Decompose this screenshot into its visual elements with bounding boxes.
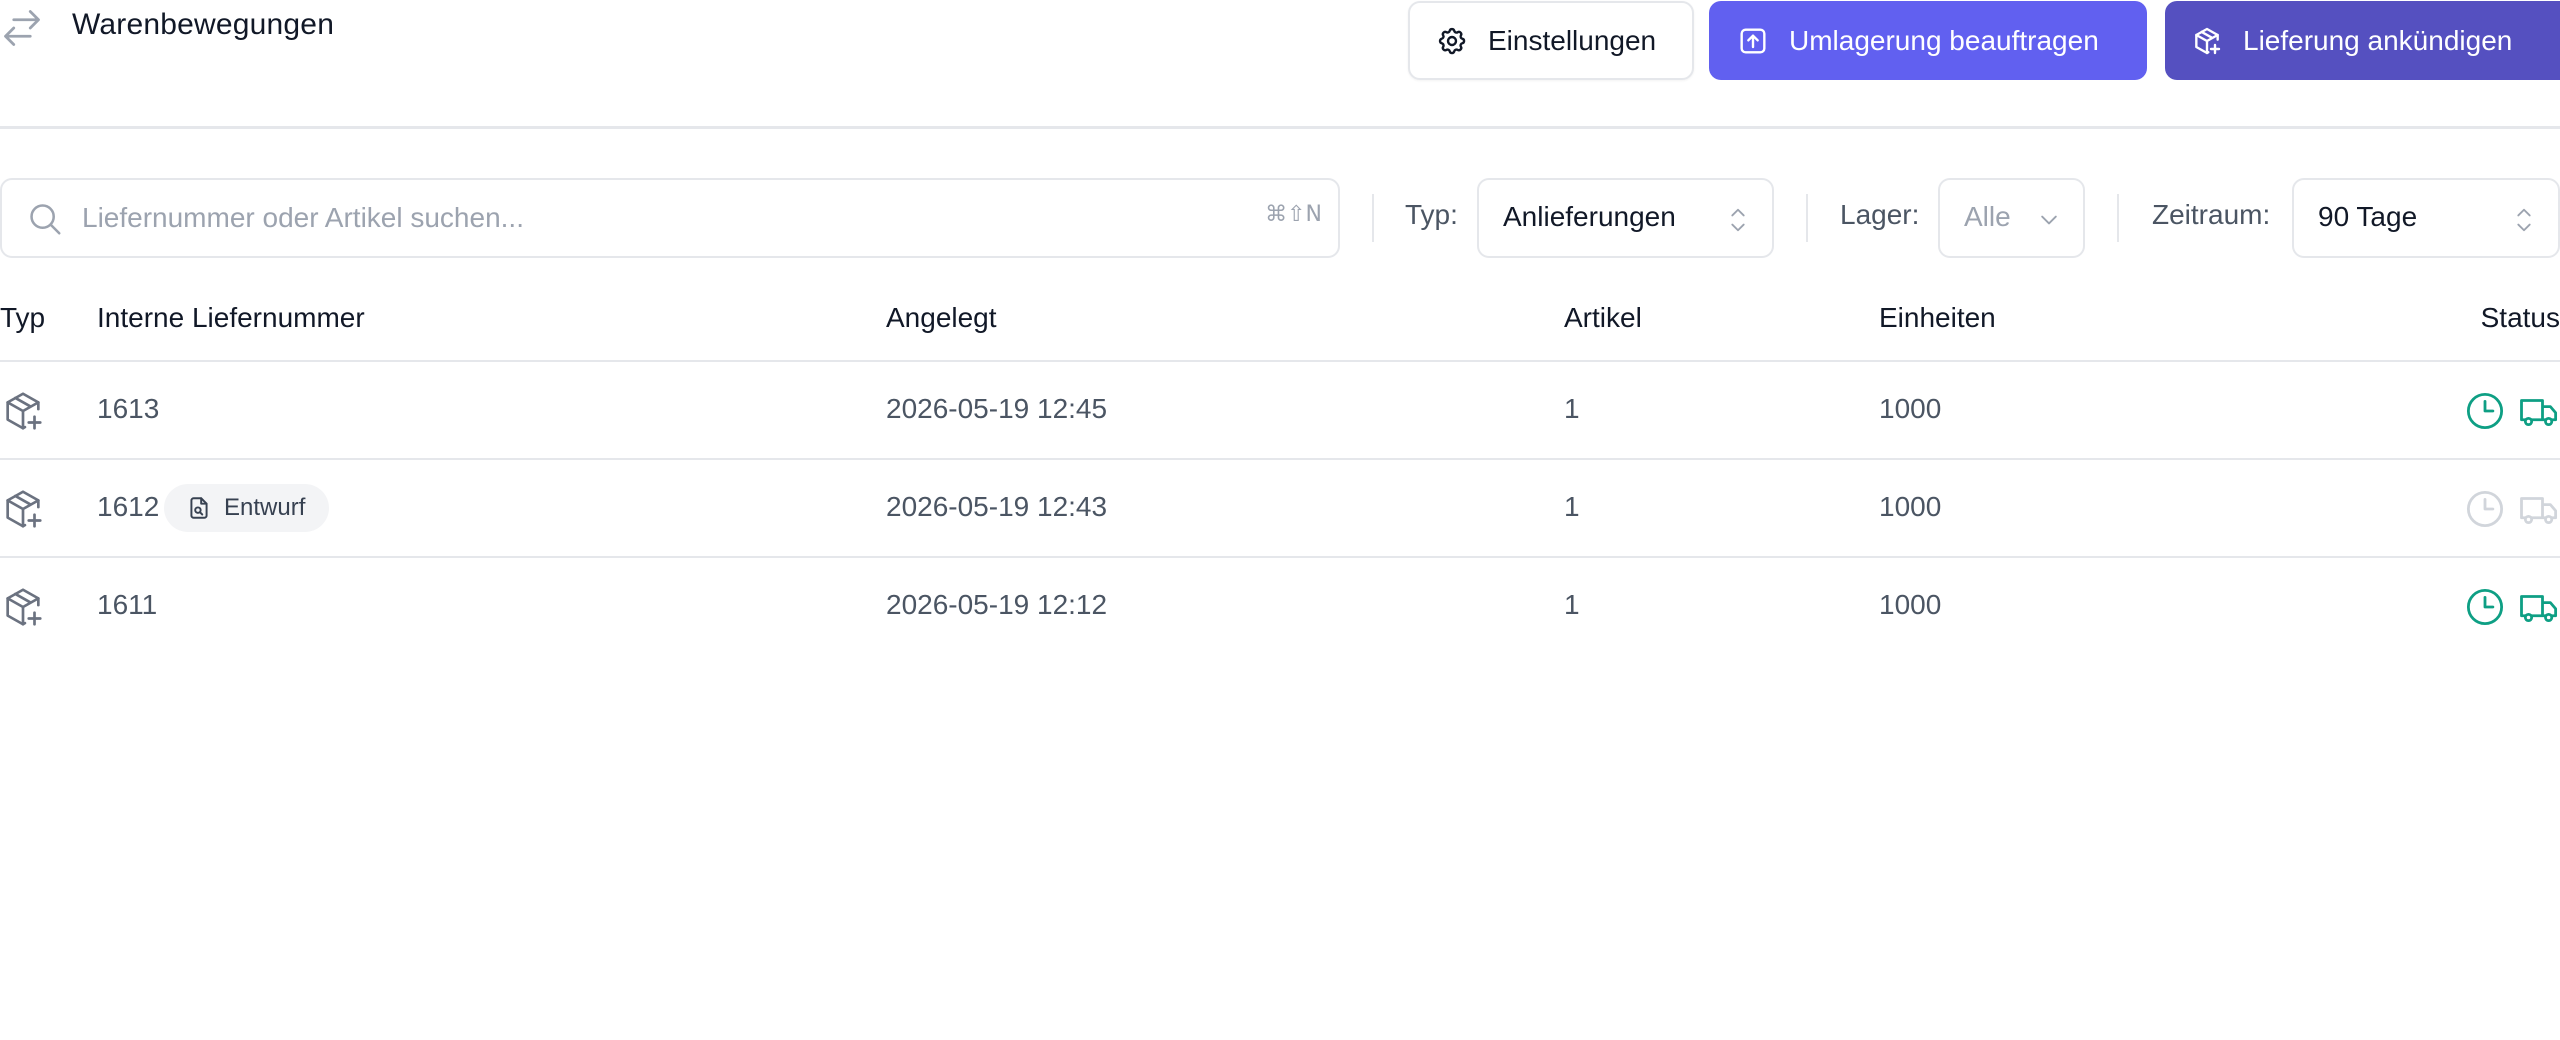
clock-icon <box>2464 488 2506 530</box>
transfer-button-label: Umlagerung beauftragen <box>1789 24 2099 56</box>
warehouse-filter-label: Lager: <box>1840 199 1920 230</box>
warehouse-select-value: Alle <box>1964 201 2011 232</box>
truck-icon <box>2518 488 2560 530</box>
chevron-up-down-icon <box>1724 204 1752 236</box>
truck-icon <box>2518 390 2560 432</box>
package-plus-icon <box>0 486 46 532</box>
status-icons <box>2464 488 2560 530</box>
arrows-right-left-icon <box>0 6 44 50</box>
search-box: ⌘⇧N <box>0 178 1340 258</box>
divider <box>1372 194 1374 242</box>
package-plus-icon <box>2191 25 2223 57</box>
delivery-number: 1611 <box>97 589 158 620</box>
type-select[interactable]: Anlieferungen <box>1477 178 1774 258</box>
package-plus-icon <box>0 584 46 630</box>
transfer-button[interactable]: Umlagerung beauftragen <box>1709 1 2147 80</box>
settings-button[interactable]: Einstellungen <box>1408 1 1694 80</box>
search-input[interactable] <box>82 180 1222 256</box>
type-filter-label: Typ: <box>1405 199 1458 230</box>
truck-icon <box>2518 586 2560 628</box>
draft-badge-label: Entwurf <box>224 494 306 521</box>
created-date: 2026-05-19 12:45 <box>886 393 1108 424</box>
created-date: 2026-05-19 12:12 <box>886 589 1108 620</box>
column-header-units[interactable]: Einheiten <box>1879 302 1996 334</box>
column-header-articles[interactable]: Artikel <box>1564 302 1642 334</box>
announce-delivery-button-label: Lieferung ankündigen <box>2243 24 2513 56</box>
clock-icon <box>2464 586 2506 628</box>
chevron-up-down-icon <box>2510 204 2538 236</box>
column-header-number[interactable]: Interne Liefernummer <box>97 302 365 334</box>
page-header: Warenbewegungen Einstellungen Umlagerung… <box>0 0 2560 129</box>
column-header-type[interactable]: Typ <box>0 302 45 334</box>
upload-box-icon <box>1737 25 1769 57</box>
article-count: 1 <box>1564 491 1580 522</box>
unit-count: 1000 <box>1879 491 1942 522</box>
divider <box>2117 194 2119 242</box>
article-count: 1 <box>1564 589 1580 620</box>
column-header-created[interactable]: Angelegt <box>886 302 997 334</box>
table-row[interactable]: 1612 Entwurf 2026-05-19 12:43 1 1000 <box>0 460 2560 558</box>
table-row[interactable]: 1613 2026-05-19 12:45 1 1000 <box>0 362 2560 460</box>
gear-icon <box>1436 25 1468 57</box>
unit-count: 1000 <box>1879 393 1942 424</box>
package-plus-icon <box>0 388 46 434</box>
unit-count: 1000 <box>1879 589 1942 620</box>
period-select[interactable]: 90 Tage <box>2292 178 2560 258</box>
period-filter-label: Zeitraum: <box>2152 199 2271 230</box>
article-count: 1 <box>1564 393 1580 424</box>
settings-button-label: Einstellungen <box>1488 24 1657 56</box>
status-icons <box>2464 586 2560 628</box>
search-shortcut-hint: ⌘⇧N <box>1265 202 1322 227</box>
table-row[interactable]: 1611 2026-05-19 12:12 1 1000 <box>0 558 2560 656</box>
chevron-down-icon <box>2035 204 2063 236</box>
type-select-value: Anlieferungen <box>1503 201 1676 232</box>
delivery-number: 1613 <box>97 393 160 424</box>
status-icons <box>2464 390 2560 432</box>
clock-icon <box>2464 390 2506 432</box>
search-icon <box>26 200 64 238</box>
period-select-value: 90 Tage <box>2318 201 2418 232</box>
divider <box>1806 194 1808 242</box>
created-date: 2026-05-19 12:43 <box>886 491 1108 522</box>
page-title: Warenbewegungen <box>72 8 335 41</box>
table-header: Typ Interne Liefernummer Angelegt Artike… <box>0 290 2560 362</box>
delivery-number: 1612 <box>97 491 160 522</box>
document-icon <box>186 495 212 521</box>
warehouse-select[interactable]: Alle <box>1938 178 2085 258</box>
announce-delivery-button[interactable]: Lieferung ankündigen <box>2165 1 2560 80</box>
draft-badge: Entwurf <box>164 484 330 532</box>
column-header-status[interactable]: Status <box>2481 302 2560 334</box>
